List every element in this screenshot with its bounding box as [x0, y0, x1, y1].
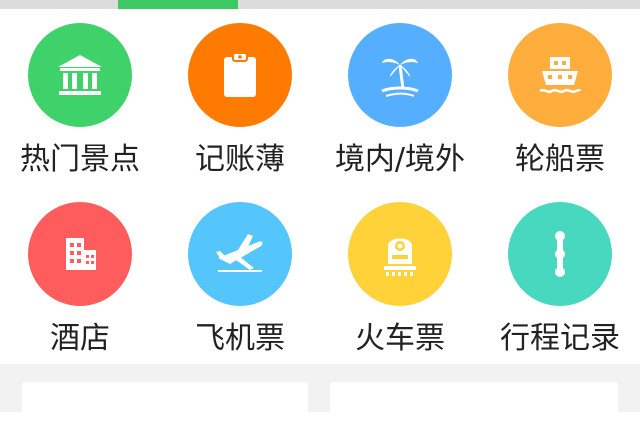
train-icon — [348, 202, 452, 306]
bottom-card-section — [0, 364, 640, 422]
grid-item-label: 境内/境外 — [334, 142, 466, 177]
active-tab-indicator — [118, 0, 238, 9]
grid-item-itinerary-records[interactable]: 行程记录 — [480, 188, 640, 366]
grid-item-scenic-spots[interactable]: 热门景点 — [0, 9, 160, 187]
grid-item-label: 飞机票 — [195, 321, 285, 356]
palm-tree-icon — [348, 23, 452, 127]
grid-item-label: 轮船票 — [515, 142, 605, 177]
grid-item-train-tickets[interactable]: 火车票 — [320, 188, 480, 366]
grid-item-domestic-abroad[interactable]: 境内/境外 — [320, 9, 480, 187]
bank-icon — [28, 23, 132, 127]
clipboard-icon — [188, 23, 292, 127]
grid-item-hotel[interactable]: 酒店 — [0, 188, 160, 366]
itinerary-icon — [508, 202, 612, 306]
info-card-left[interactable] — [22, 382, 308, 422]
grid-item-label: 火车票 — [355, 321, 445, 356]
service-grid: 热门景点 记账薄 境内/境外 轮船票 酒店 飞机票 火车票 行程记录 — [0, 9, 640, 364]
grid-item-account-book[interactable]: 记账薄 — [160, 9, 320, 187]
grid-item-label: 热门景点 — [20, 142, 140, 177]
info-card-right[interactable] — [330, 382, 618, 422]
grid-item-label: 记账薄 — [195, 142, 285, 177]
grid-item-flight-tickets[interactable]: 飞机票 — [160, 188, 320, 366]
grid-item-ship-tickets[interactable]: 轮船票 — [480, 9, 640, 187]
airplane-icon — [188, 202, 292, 306]
hotel-icon — [28, 202, 132, 306]
ship-icon — [508, 23, 612, 127]
grid-item-label: 行程记录 — [500, 321, 620, 356]
top-tab-indicator-bar — [0, 0, 640, 9]
grid-item-label: 酒店 — [50, 321, 110, 356]
